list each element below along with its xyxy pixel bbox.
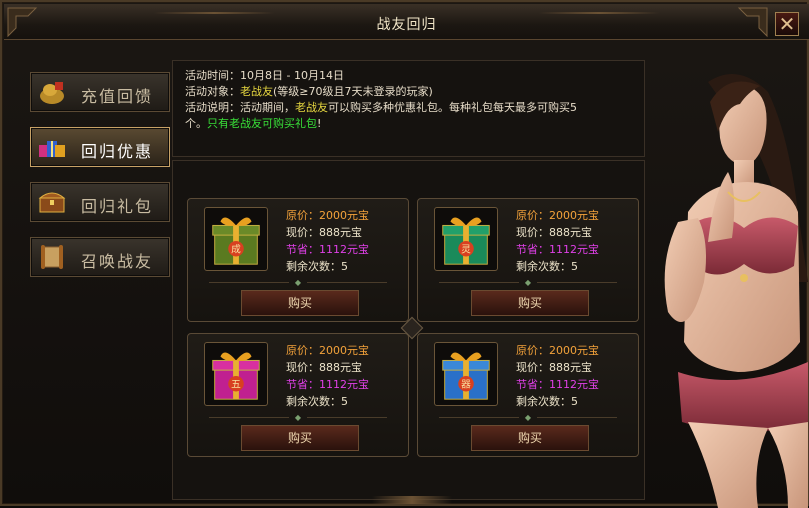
event-desc-text: 可以购买多种优惠礼包。每种礼包每天最多可购买5 [328, 101, 577, 114]
gift-emblem: 器 [461, 379, 471, 391]
event-target-rest: (等级≥70级且7天未登录的玩家) [273, 85, 433, 98]
savings: 节省：1112元宝 [286, 378, 369, 391]
buy-button[interactable]: 购买 [471, 290, 589, 316]
event-time-label: 活动时间： [185, 69, 240, 82]
event-info-text: 活动时间：10月8日 - 10月14日 活动对象：老战友(等级≥70级且7天未登… [185, 68, 635, 132]
bottom-ornament [372, 496, 452, 504]
current-price: 现价：888元宝 [516, 361, 592, 374]
gift-pack-slot[interactable]: 灵 [434, 207, 498, 271]
event-info-panel: 活动时间：10月8日 - 10月14日 活动对象：老战友(等级≥70级且7天未登… [172, 60, 645, 157]
remaining-count: 剩余次数：5 [516, 395, 578, 408]
green-gift-box-icon: 成 [212, 217, 260, 265]
close-icon: ✕ [778, 12, 796, 36]
sidebar-item-summon-comrades[interactable]: 召唤战友 [30, 237, 170, 277]
sidebar: 充值回馈 回归优惠 回归礼包 召唤战友 [30, 72, 170, 292]
sidebar-item-label: 回归礼包 [81, 197, 154, 216]
event-desc-text: ! [317, 117, 322, 130]
divider: ◆ [418, 413, 638, 422]
buy-button[interactable]: 购买 [471, 425, 589, 451]
event-target-highlight: 老战友 [240, 85, 273, 98]
remaining-count: 剩余次数：5 [286, 395, 348, 408]
teal-gift-box-icon: 灵 [442, 217, 490, 265]
treasure-chest-icon [38, 192, 66, 213]
remaining-count: 剩余次数：5 [286, 260, 348, 273]
divider: ◆ [188, 413, 408, 422]
savings: 节省：1112元宝 [286, 243, 369, 256]
gift-emblem: 五 [231, 380, 241, 391]
title-bar: 战友回归 ✕ [4, 4, 809, 40]
event-desc-notice: 只有老战友可购买礼包 [207, 117, 317, 130]
gift-boxes-icon [39, 141, 65, 157]
event-desc-text: 活动期间， [240, 101, 295, 114]
character-portrait [664, 74, 808, 508]
gift-pack-slot[interactable]: 五 [204, 342, 268, 406]
gift-pack-card: 成 原价：2000元宝 现价：888元宝 节省：1112元宝 剩余次数：5 ◆ … [187, 198, 409, 322]
event-target-label: 活动对象： [185, 85, 240, 98]
current-price: 现价：888元宝 [286, 361, 362, 374]
gift-sack-icon [40, 82, 64, 104]
corner-ornament-icon [737, 7, 768, 38]
magenta-gift-box-icon: 五 [212, 352, 260, 400]
event-desc-highlight: 老战友 [295, 101, 328, 114]
sidebar-item-label: 充值回馈 [81, 87, 154, 106]
gift-pack-card: 灵 原价：2000元宝 现价：888元宝 节省：1112元宝 剩余次数：5 ◆ … [417, 198, 639, 322]
event-time-value: 10月8日 - 10月14日 [240, 69, 344, 82]
sidebar-item-return-gift-pack[interactable]: 回归礼包 [30, 182, 170, 222]
event-desc-text: 个。 [185, 117, 207, 130]
buy-button[interactable]: 购买 [241, 290, 359, 316]
sidebar-item-label: 回归优惠 [81, 142, 154, 161]
savings: 节省：1112元宝 [516, 378, 599, 391]
original-price: 原价：2000元宝 [286, 209, 369, 222]
window-frame: 战友回归 ✕ 充值回馈 回归优惠 回归礼包 召唤战友 活动时间：10月8日 - … [0, 0, 809, 508]
gift-emblem: 成 [231, 244, 241, 256]
buy-button[interactable]: 购买 [241, 425, 359, 451]
original-price: 原价：2000元宝 [516, 344, 599, 357]
gift-pack-card: 五 原价：2000元宝 现价：888元宝 节省：1112元宝 剩余次数：5 ◆ … [187, 333, 409, 457]
sidebar-item-recharge-rewards[interactable]: 充值回馈 [30, 72, 170, 112]
gift-pack-card: 器 原价：2000元宝 现价：888元宝 节省：1112元宝 剩余次数：5 ◆ … [417, 333, 639, 457]
gift-pack-slot[interactable]: 成 [204, 207, 268, 271]
window-title: 战友回归 [376, 17, 437, 33]
gift-pack-slot[interactable]: 器 [434, 342, 498, 406]
gift-emblem: 灵 [461, 244, 471, 256]
original-price: 原价：2000元宝 [286, 344, 369, 357]
current-price: 现价：888元宝 [516, 226, 592, 239]
remaining-count: 剩余次数：5 [516, 260, 578, 273]
current-price: 现价：888元宝 [286, 226, 362, 239]
blue-gift-box-icon: 器 [442, 352, 490, 400]
divider: ◆ [418, 278, 638, 287]
sidebar-item-label: 召唤战友 [81, 252, 154, 271]
scroll-icon [41, 245, 63, 269]
event-desc-label: 活动说明： [185, 101, 240, 114]
divider: ◆ [188, 278, 408, 287]
original-price: 原价：2000元宝 [516, 209, 599, 222]
savings: 节省：1112元宝 [516, 243, 599, 256]
close-button[interactable]: ✕ [775, 12, 799, 36]
sidebar-item-return-discounts[interactable]: 回归优惠 [30, 127, 170, 167]
